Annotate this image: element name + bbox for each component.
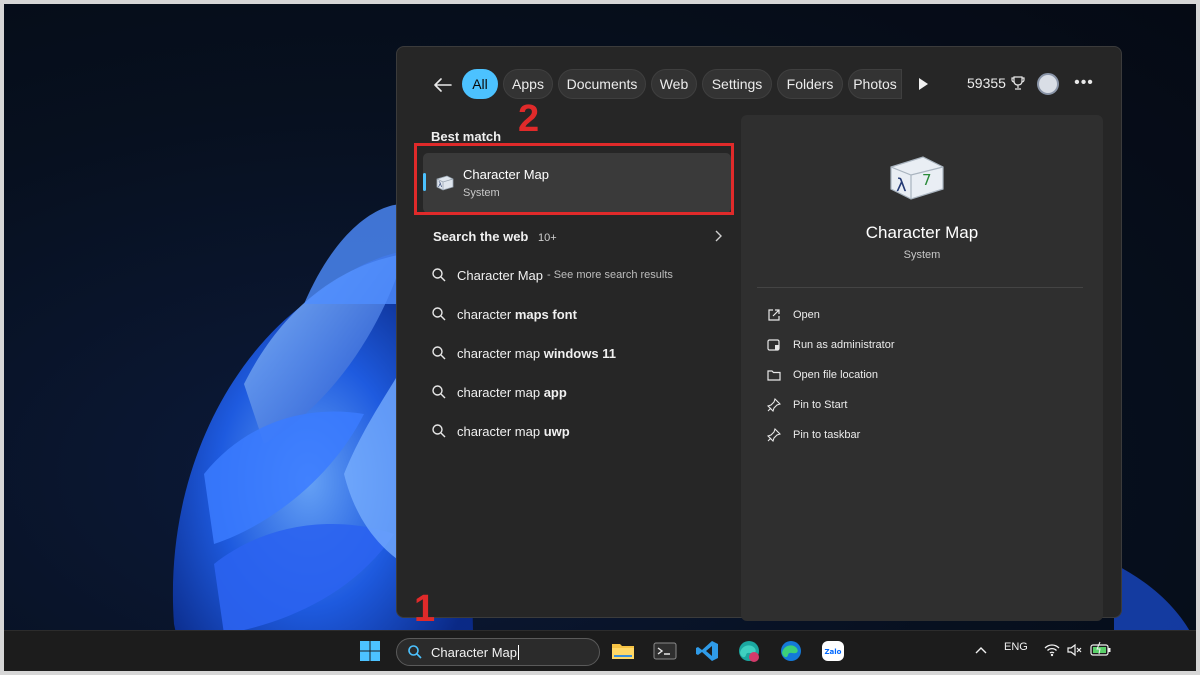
open-action[interactable]: Open (767, 305, 820, 325)
file-explorer-icon (612, 644, 634, 659)
chevron-right-icon[interactable] (713, 229, 723, 243)
edge-button[interactable] (778, 639, 804, 663)
best-match-heading: Best match (431, 129, 502, 144)
language-indicator[interactable]: ENG (1004, 641, 1028, 653)
open-file-location-action[interactable]: Open file location (767, 365, 878, 385)
speaker-muted-icon[interactable] (1066, 642, 1082, 658)
details-title: Character Map (865, 223, 979, 242)
shield-window-icon (767, 339, 780, 351)
start-button[interactable] (358, 639, 384, 663)
taskbar-search-input[interactable]: Character Map (396, 638, 600, 666)
web-result-suggestion: app (543, 384, 567, 400)
action-label: Open file location (793, 369, 878, 381)
annotation-step-2: 2 (518, 98, 540, 140)
character-map-icon: λ 7 (890, 156, 944, 200)
pin-icon (767, 398, 781, 412)
run-as-admin-action[interactable]: Run as administrator (767, 335, 895, 355)
open-external-icon (768, 309, 780, 321)
annotation-step-1: 1 (414, 588, 436, 630)
search-web-heading[interactable]: Search the web 10+ (433, 229, 557, 244)
rewards-points[interactable]: 59355 (967, 75, 1025, 91)
web-result-item[interactable]: character maps font (431, 302, 731, 326)
zalo-label: Zalo (824, 648, 841, 656)
filter-chip-apps[interactable]: Apps (503, 69, 553, 99)
search-icon (432, 424, 446, 438)
points-value: 59355 (967, 75, 1006, 91)
terminal-icon (653, 642, 677, 660)
search-icon (408, 645, 422, 659)
edge-dev-icon (739, 641, 759, 662)
web-result-query: character map (457, 384, 544, 400)
back-button[interactable] (431, 73, 455, 97)
filter-chip-photos[interactable]: Photos (848, 69, 902, 99)
pin-to-taskbar-action[interactable]: Pin to taskbar (767, 425, 860, 445)
wifi-icon[interactable] (1044, 642, 1060, 658)
pin-icon (767, 428, 781, 442)
web-result-item[interactable]: Character Map - See more search results (431, 263, 731, 287)
search-value: Character Map (431, 644, 517, 660)
search-icon (432, 307, 446, 321)
search-web-label: Search the web (433, 229, 529, 244)
search-web-count: 10+ (538, 232, 557, 244)
vscode-button[interactable] (694, 639, 720, 663)
web-result-hint: - See more search results (546, 269, 673, 281)
svg-text:7: 7 (922, 171, 932, 189)
web-result-suggestion: windows 11 (543, 345, 616, 361)
trophy-icon (1011, 76, 1025, 90)
web-result-item[interactable]: character map windows 11 (431, 341, 731, 365)
desktop: All Apps Documents Web Settings Folders … (4, 4, 1196, 671)
battery-charging-icon[interactable] (1090, 641, 1112, 657)
action-label: Pin to Start (793, 399, 848, 411)
play-icon (919, 78, 928, 90)
terminal-button[interactable] (652, 639, 678, 663)
divider (757, 287, 1083, 288)
filter-chip-web[interactable]: Web (651, 69, 697, 99)
chevron-up-icon[interactable] (974, 644, 988, 658)
arrow-left-icon (434, 78, 452, 92)
web-result-query: character (457, 306, 515, 322)
filter-chip-settings[interactable]: Settings (702, 69, 772, 99)
web-result-query: character map (457, 345, 544, 361)
details-subtitle: System (903, 249, 941, 261)
more-options-button[interactable]: ••• (1073, 73, 1095, 95)
search-icon (432, 268, 446, 282)
start-search-panel: All Apps Documents Web Settings Folders … (396, 46, 1122, 621)
web-result-text: Character Map (457, 267, 543, 283)
web-result-suggestion: uwp (543, 423, 570, 439)
action-label: Open (793, 309, 820, 321)
more-filters-button[interactable] (915, 76, 931, 92)
zalo-button[interactable]: Zalo (820, 639, 846, 663)
filter-chip-folders[interactable]: Folders (777, 69, 843, 99)
filter-bar: All Apps Documents Web Settings Folders … (397, 69, 1121, 101)
action-label: Pin to taskbar (793, 429, 861, 441)
text-caret (517, 644, 519, 660)
file-explorer-button[interactable] (610, 639, 636, 663)
zalo-icon: Zalo (822, 641, 844, 661)
filter-chip-all[interactable]: All (462, 69, 498, 99)
edge-dev-button[interactable] (736, 639, 762, 663)
vscode-icon (696, 641, 718, 661)
taskbar: Character Map Zalo ENG (4, 630, 1196, 671)
pin-to-start-action[interactable]: Pin to Start (767, 395, 847, 415)
web-result-query: character map (457, 423, 544, 439)
filter-chip-documents[interactable]: Documents (558, 69, 646, 99)
windows-logo-icon (360, 641, 380, 661)
search-icon (432, 346, 446, 360)
action-label: Run as administrator (793, 339, 895, 351)
web-result-item[interactable]: character map app (431, 380, 731, 404)
edge-icon (781, 641, 801, 661)
folder-icon (767, 370, 781, 381)
svg-text:λ: λ (896, 175, 907, 196)
details-pane: λ 7 Character Map System Open Run as adm… (741, 115, 1103, 621)
annotation-box-best-match (414, 143, 734, 215)
web-result-item[interactable]: character map uwp (431, 419, 731, 443)
web-result-suggestion: maps font (514, 306, 577, 322)
account-avatar[interactable] (1037, 73, 1059, 95)
search-icon (432, 385, 446, 399)
